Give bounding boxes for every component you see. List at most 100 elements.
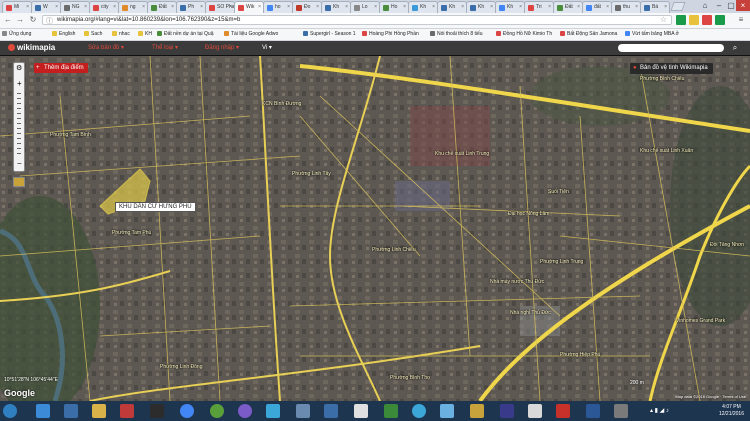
browser-tab[interactable]: Lo × (350, 1, 380, 13)
browser-tab[interactable]: Đất × (147, 1, 177, 13)
menu-categories[interactable]: Thể loại ▾ (152, 44, 178, 51)
browser-tab[interactable]: Kh × (466, 1, 496, 13)
forward-icon[interactable]: → (15, 15, 25, 25)
browser-tab[interactable]: Ph × (176, 1, 206, 13)
bookmark-item[interactable]: Ứng dụng (2, 31, 31, 37)
browser-tab[interactable]: đất × (582, 1, 612, 13)
place-tooltip[interactable]: KHU DÂN CƯ HƯNG PHÚ (115, 202, 196, 212)
browser-tab[interactable]: NG × (60, 1, 90, 13)
browser-tab[interactable]: Mi × (2, 1, 32, 13)
map-label[interactable]: Phường Bình Chiểu (640, 76, 684, 82)
bookmark-item[interactable]: Vừt tấm bảng MBA ở (625, 31, 679, 37)
start-icon[interactable] (3, 404, 17, 418)
bookmark-item[interactable]: Bất Động Sản Jamona (560, 31, 617, 37)
menu-icon[interactable]: ≡ (736, 15, 746, 25)
tab-close-icon[interactable]: × (519, 4, 522, 10)
browser-tab[interactable]: Tri × (524, 1, 554, 13)
extension-icon[interactable] (676, 15, 686, 25)
bookmark-item[interactable]: Nói thoải thích 8 tiếu (430, 31, 483, 37)
tab-close-icon[interactable]: × (258, 4, 261, 10)
bookmark-item[interactable]: KH (138, 31, 152, 37)
bookmark-item[interactable]: Tài liệu Google Adwo (224, 31, 278, 37)
bookmark-item[interactable]: Đất nền dự án tại Quậ (157, 31, 214, 37)
pdf-icon[interactable] (556, 404, 570, 418)
browser-tab[interactable]: Đất × (553, 1, 583, 13)
system-clock[interactable]: 4:07 PM 12/21/2016 (719, 404, 744, 418)
tab-close-icon[interactable]: × (432, 4, 435, 10)
gear-icon[interactable]: ⚙ (16, 64, 22, 72)
browser-tab[interactable]: ho × (263, 1, 293, 13)
map-label[interactable]: Phường Linh Trung (540, 259, 583, 265)
viber-icon[interactable] (238, 404, 252, 418)
map-label[interactable]: Vinhomes Grand Park (676, 318, 725, 324)
menu-language[interactable]: Vi ▾ (262, 44, 272, 51)
map-label[interactable]: Phường Linh Đông (160, 364, 203, 370)
menu-edit-map[interactable]: Sửa bản đồ ▾ (88, 44, 124, 51)
tab-close-icon[interactable]: × (229, 4, 232, 10)
tab-close-icon[interactable]: × (461, 4, 464, 10)
user-profile-icon[interactable]: ⌂ (698, 0, 712, 11)
map-label[interactable]: Đại học Nông Lâm (508, 211, 549, 217)
browser-tab[interactable]: W × (31, 1, 61, 13)
tab-close-icon[interactable]: × (490, 4, 493, 10)
map-label[interactable]: KCN Bình Đường (262, 101, 301, 107)
chrome-icon[interactable] (180, 404, 194, 418)
close-icon[interactable]: × (736, 0, 750, 11)
zoom-in-icon[interactable]: + (17, 79, 22, 88)
browser-tab[interactable]: Wik × (234, 1, 264, 13)
back-icon[interactable]: ← (3, 15, 13, 25)
tab-close-icon[interactable]: × (142, 4, 145, 10)
map-label[interactable]: Nhà máy nước Thủ Đức (490, 279, 544, 285)
tab-close-icon[interactable]: × (577, 4, 580, 10)
app-icon[interactable] (354, 404, 368, 418)
browser-tab[interactable]: Bá × (640, 1, 670, 13)
map-label[interactable]: Phường Tam Bình (50, 132, 91, 138)
bookmark-item[interactable]: Supergirl - Season 1 (303, 31, 356, 37)
app-icon[interactable] (120, 404, 134, 418)
app-icon[interactable] (500, 404, 514, 418)
browser-tab[interactable]: Ho × (379, 1, 409, 13)
browser-tab[interactable]: Kh × (408, 1, 438, 13)
tab-close-icon[interactable]: × (548, 4, 551, 10)
zoom-out-icon[interactable]: − (17, 159, 22, 168)
search-icon[interactable]: ⌕ (726, 43, 744, 53)
tab-close-icon[interactable]: × (606, 4, 609, 10)
star-icon[interactable]: ☆ (660, 15, 667, 24)
tab-close-icon[interactable]: × (374, 4, 377, 10)
app-icon[interactable] (440, 404, 454, 418)
tab-close-icon[interactable]: × (345, 4, 348, 10)
app-icon[interactable] (210, 404, 224, 418)
browser-tab[interactable]: Đo × (292, 1, 322, 13)
tab-close-icon[interactable]: × (403, 4, 406, 10)
tab-close-icon[interactable]: × (113, 4, 116, 10)
map-label[interactable]: Khu chế xuất Linh Xuân (640, 148, 693, 154)
extension-icon[interactable] (689, 15, 699, 25)
tab-close-icon[interactable]: × (316, 4, 319, 10)
app-icon[interactable] (296, 404, 310, 418)
tab-close-icon[interactable]: × (664, 4, 667, 10)
word-icon[interactable] (586, 404, 600, 418)
map-label[interactable]: Phường Linh Chiểu (372, 247, 416, 253)
app-icon[interactable] (324, 404, 338, 418)
browser-tab[interactable]: Kh × (495, 1, 525, 13)
tab-close-icon[interactable]: × (26, 4, 29, 10)
app-icon[interactable] (470, 404, 484, 418)
map-label[interactable]: Phường Tam Phú (112, 230, 151, 236)
map-label[interactable]: Phường Hiệp Phú (560, 352, 600, 358)
tab-close-icon[interactable]: × (635, 4, 638, 10)
map-label[interactable]: Khu chế xuất Linh Trung (435, 151, 489, 157)
media-icon[interactable] (150, 404, 164, 418)
map-label[interactable]: Phường Bình Thọ (390, 375, 430, 381)
app-icon[interactable] (528, 404, 542, 418)
browser-tab[interactable]: SO Pha × (205, 1, 235, 13)
tab-close-icon[interactable]: × (200, 4, 203, 10)
tab-close-icon[interactable]: × (84, 4, 87, 10)
bookmark-item[interactable]: English (52, 31, 75, 37)
satellite-toggle-button[interactable]: ● Bản đồ vệ tinh Wikimapia (630, 63, 713, 74)
extension-icon[interactable] (702, 15, 712, 25)
browser-tab[interactable]: Kh × (321, 1, 351, 13)
bookmark-item[interactable]: Sach (84, 31, 102, 37)
explorer-icon[interactable] (64, 404, 78, 418)
add-place-button[interactable]: + Thêm địa điểm (34, 63, 88, 73)
browser-tab[interactable]: thu × (611, 1, 641, 13)
